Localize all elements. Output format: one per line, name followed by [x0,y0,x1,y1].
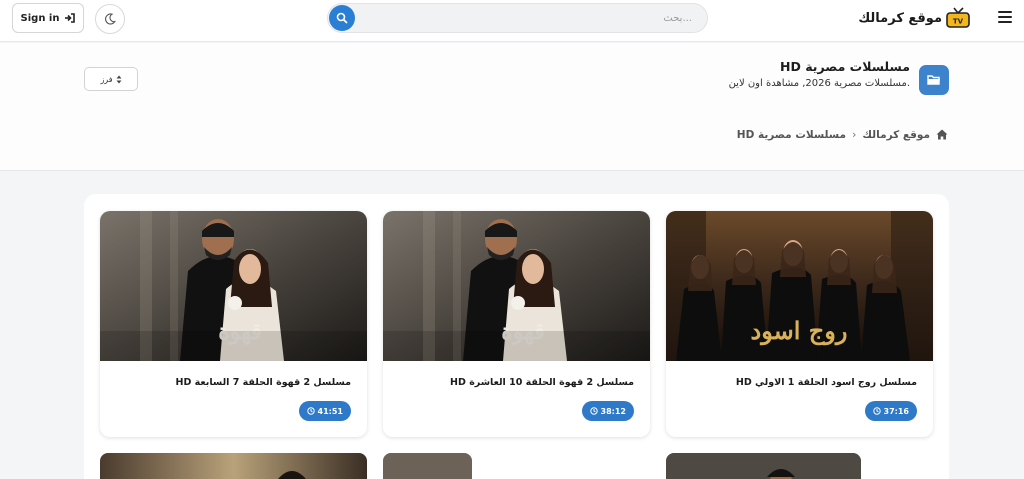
moon-icon [104,13,116,25]
chevron-left-icon: › [852,128,857,141]
site-name: موقع كرمالك [858,10,942,26]
signin-label: Sign in [20,12,60,24]
video-card-partial[interactable] [100,453,367,479]
video-card-partial[interactable] [666,453,861,479]
svg-text:TV: TV [953,18,964,26]
video-title[interactable]: مسلسل 2 قهوة الحلقة 10 العاشرة HD [450,377,634,388]
sort-label: فرز [100,74,113,84]
duration-text: 41:51 [317,406,343,416]
clock-icon [872,407,881,415]
search-input[interactable] [362,4,702,32]
duration-text: 38:12 [600,406,626,416]
video-card[interactable]: قهوة مسلسل 2 قهوة الحلقة 7 السابعة HD 41… [100,211,367,437]
video-card[interactable]: روج اسود مسلسل روج اسود الحلقة 1 الاولي … [666,211,933,437]
video-thumbnail[interactable]: قهوة [100,211,367,361]
video-card-partial[interactable] [383,453,472,479]
duration-badge: 38:12 [581,401,634,421]
sort-arrows-icon [116,75,122,83]
video-thumbnail[interactable]: روج اسود [666,211,933,361]
breadcrumb-home[interactable]: موقع كرمالك [862,129,930,141]
category-title: HD مسلسلات مصرية [780,59,910,74]
search-bar [327,3,708,33]
video-card[interactable]: قهوة مسلسل 2 قهوة الحلقة 10 العاشرة HD 3… [383,211,650,437]
tv-icon: TV [946,7,970,29]
category-description: مسلسلات مصرية 2026, مشاهدة اون لاين. [728,78,910,89]
breadcrumb-current: HD مسلسلات مصرية [736,128,846,141]
svg-text:روج اسود: روج اسود [751,316,848,346]
clock-icon [306,407,315,415]
duration-text: 37:16 [883,406,909,416]
breadcrumb: HD مسلسلات مصرية › موقع كرمالك [737,128,948,141]
home-icon[interactable] [936,129,948,140]
video-title[interactable]: مسلسل روج اسود الحلقة 1 الاولي HD [736,377,917,388]
video-thumbnail[interactable]: قهوة [383,211,650,361]
category-header: HD مسلسلات مصرية مسلسلات مصرية 2026, مشا… [0,43,1024,171]
duration-badge: 37:16 [864,401,917,421]
sort-dropdown[interactable]: فرز [84,67,138,91]
dark-mode-toggle[interactable] [95,4,125,34]
hamburger-menu-icon[interactable] [998,11,1012,23]
search-button[interactable] [329,5,355,31]
top-navbar: موقع كرمالك TV Sign in [0,0,1024,42]
video-title[interactable]: مسلسل 2 قهوة الحلقة 7 السابعة HD [176,377,351,388]
folder-icon [919,65,949,95]
duration-badge: 41:51 [298,401,351,421]
search-icon [336,12,348,24]
signin-button[interactable]: Sign in [12,3,84,33]
site-logo[interactable]: موقع كرمالك TV [858,7,970,29]
login-icon [65,13,76,23]
clock-icon [589,407,598,415]
